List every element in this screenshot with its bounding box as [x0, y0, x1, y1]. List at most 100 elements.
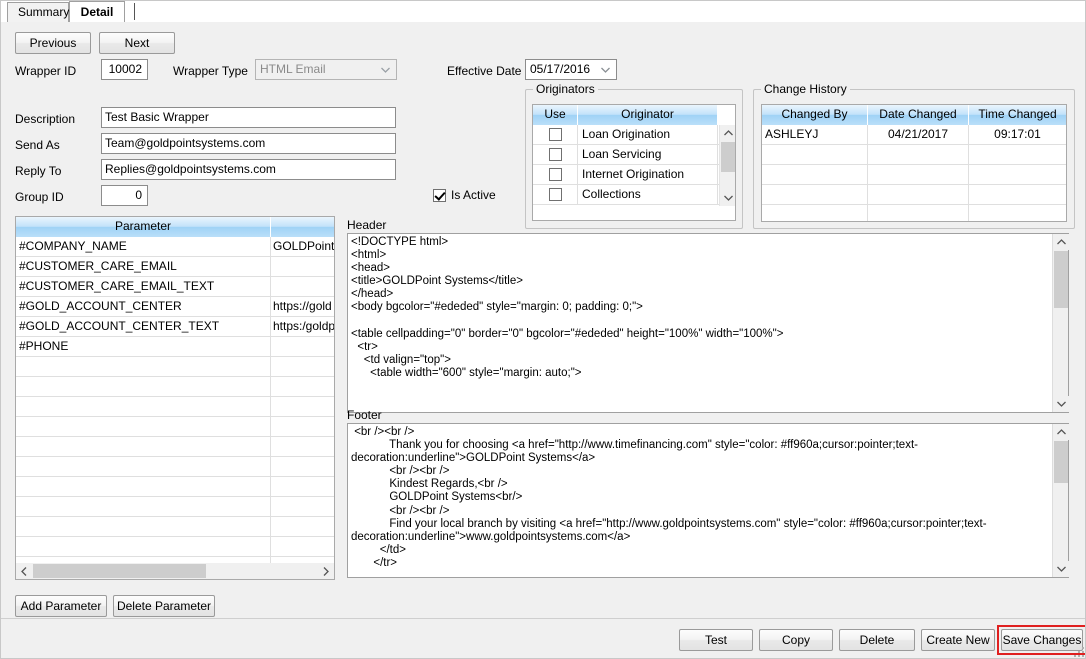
change-history-row[interactable]: ASHLEYJ 04/21/2017 09:17:01 — [762, 125, 1066, 145]
parameter-name-cell[interactable]: #CUSTOMER_CARE_EMAIL_TEXT — [16, 277, 271, 296]
checkbox-icon[interactable] — [548, 148, 562, 161]
parameter-value-cell[interactable] — [271, 377, 334, 396]
originator-use-cell[interactable] — [533, 145, 578, 164]
parameter-name-cell[interactable] — [16, 377, 271, 396]
parameter-name-cell[interactable] — [16, 537, 271, 556]
changed-by-cell[interactable] — [762, 145, 868, 164]
header-scrollbar[interactable] — [1052, 234, 1069, 412]
time-changed-cell[interactable] — [969, 145, 1066, 164]
checkbox-icon[interactable] — [548, 168, 562, 181]
resize-grip[interactable] — [1072, 645, 1085, 658]
originator-row[interactable]: Loan Origination — [533, 125, 735, 145]
parameter-row[interactable] — [16, 457, 334, 477]
header-code-text[interactable]: <!DOCTYPE html> <html> <head> <title>GOL… — [348, 234, 1068, 382]
parameter-value-cell[interactable] — [271, 337, 334, 356]
parameter-row[interactable] — [16, 497, 334, 517]
scroll-thumb[interactable] — [33, 564, 206, 578]
parameter-name-cell[interactable] — [16, 517, 271, 536]
col-parameter[interactable]: Parameter — [16, 217, 271, 237]
next-button[interactable]: Next — [99, 32, 175, 54]
previous-button[interactable]: Previous — [15, 32, 91, 54]
parameter-value-cell[interactable] — [271, 417, 334, 436]
parameter-name-cell[interactable]: #PHONE — [16, 337, 271, 356]
parameter-value-cell[interactable] — [271, 457, 334, 476]
date-changed-cell[interactable]: 04/21/2017 — [868, 125, 969, 144]
col-originator[interactable]: Originator — [578, 105, 718, 125]
date-changed-cell[interactable] — [868, 145, 969, 164]
parameter-row[interactable]: #CUSTOMER_CARE_EMAIL_TEXT — [16, 277, 334, 297]
time-changed-cell[interactable] — [969, 185, 1066, 204]
parameter-value-cell[interactable] — [271, 257, 334, 276]
time-changed-cell[interactable]: 09:17:01 — [969, 125, 1066, 144]
originators-scrollbar[interactable] — [719, 125, 735, 206]
col-parameter-value[interactable] — [271, 217, 334, 237]
footer-code-text[interactable]: <br /><br /> Thank you for choosing <a h… — [348, 424, 1068, 572]
parameters-hscrollbar[interactable] — [16, 563, 334, 579]
parameter-name-cell[interactable]: #CUSTOMER_CARE_EMAIL — [16, 257, 271, 276]
create-new-button[interactable]: Create New — [921, 629, 995, 651]
date-changed-cell[interactable] — [868, 205, 969, 221]
parameter-value-cell[interactable] — [271, 437, 334, 456]
parameter-row[interactable] — [16, 537, 334, 557]
changed-by-cell[interactable] — [762, 185, 868, 204]
scroll-thumb[interactable] — [1054, 251, 1068, 308]
parameter-name-cell[interactable] — [16, 417, 271, 436]
checkbox-icon[interactable] — [548, 128, 562, 141]
wrapper-id-input[interactable]: 10002 — [101, 59, 148, 80]
scroll-up-icon[interactable] — [720, 125, 735, 141]
originator-name-cell[interactable]: Collections — [578, 185, 718, 204]
description-input[interactable]: Test Basic Wrapper — [101, 107, 396, 128]
scroll-up-icon[interactable] — [1053, 424, 1069, 440]
parameter-value-cell[interactable] — [271, 477, 334, 496]
header-code-editor[interactable]: <!DOCTYPE html> <html> <head> <title>GOL… — [347, 233, 1069, 413]
changed-by-cell[interactable] — [762, 165, 868, 184]
parameter-name-cell[interactable]: #COMPANY_NAME — [16, 237, 271, 256]
parameter-row[interactable] — [16, 357, 334, 377]
originator-use-cell[interactable] — [533, 165, 578, 184]
group-id-input[interactable]: 0 — [101, 185, 148, 206]
parameter-row[interactable] — [16, 417, 334, 437]
originator-row[interactable]: Internet Origination — [533, 165, 735, 185]
date-changed-cell[interactable] — [868, 165, 969, 184]
parameter-name-cell[interactable] — [16, 397, 271, 416]
changed-by-cell[interactable] — [762, 205, 868, 221]
originator-row[interactable]: Loan Servicing — [533, 145, 735, 165]
col-use[interactable]: Use — [533, 105, 578, 125]
parameter-name-cell[interactable]: #GOLD_ACCOUNT_CENTER_TEXT — [16, 317, 271, 336]
parameter-row[interactable] — [16, 397, 334, 417]
change-history-grid[interactable]: Changed By Date Changed Time Changed ASH… — [761, 104, 1067, 222]
col-changed-by[interactable]: Changed By — [762, 105, 868, 125]
originator-name-cell[interactable]: Loan Origination — [578, 125, 718, 144]
tab-summary[interactable]: Summary — [7, 2, 69, 22]
send-as-input[interactable]: Team@goldpointsystems.com — [101, 133, 396, 154]
originator-use-cell[interactable] — [533, 185, 578, 204]
col-time-changed[interactable]: Time Changed — [969, 105, 1066, 125]
parameters-grid[interactable]: Parameter #COMPANY_NAME GOLDPoint #CUSTOME… — [15, 216, 335, 580]
tab-detail[interactable]: Detail — [69, 1, 125, 22]
scroll-left-icon[interactable] — [16, 563, 32, 579]
date-changed-cell[interactable] — [868, 185, 969, 204]
parameter-name-cell[interactable]: #GOLD_ACCOUNT_CENTER — [16, 297, 271, 316]
footer-code-editor[interactable]: <br /><br /> Thank you for choosing <a h… — [347, 423, 1069, 578]
change-history-row[interactable] — [762, 145, 1066, 165]
col-filler[interactable] — [718, 105, 735, 125]
change-history-row[interactable] — [762, 205, 1066, 221]
delete-button[interactable]: Delete — [839, 629, 915, 651]
is-active-checkbox[interactable]: Is Active — [433, 188, 496, 202]
reply-to-input[interactable]: Replies@goldpointsystems.com — [101, 159, 396, 180]
add-parameter-button[interactable]: Add Parameter — [15, 595, 107, 617]
copy-button[interactable]: Copy — [759, 629, 833, 651]
parameter-row[interactable] — [16, 437, 334, 457]
wrapper-type-combobox[interactable]: HTML Email — [255, 59, 397, 80]
scroll-thumb[interactable] — [721, 142, 735, 172]
parameter-row[interactable]: #COMPANY_NAME GOLDPoint — [16, 237, 334, 257]
originator-name-cell[interactable]: Loan Servicing — [578, 145, 718, 164]
parameter-value-cell[interactable] — [271, 497, 334, 516]
parameter-name-cell[interactable] — [16, 437, 271, 456]
parameter-row[interactable] — [16, 477, 334, 497]
delete-parameter-button[interactable]: Delete Parameter — [113, 595, 215, 617]
parameter-row[interactable]: #GOLD_ACCOUNT_CENTER_TEXT https:/goldp — [16, 317, 334, 337]
parameter-name-cell[interactable] — [16, 357, 271, 376]
originators-grid[interactable]: Use Originator Loan Origination Loan Serv… — [532, 104, 736, 221]
originator-name-cell[interactable]: Internet Origination — [578, 165, 718, 184]
